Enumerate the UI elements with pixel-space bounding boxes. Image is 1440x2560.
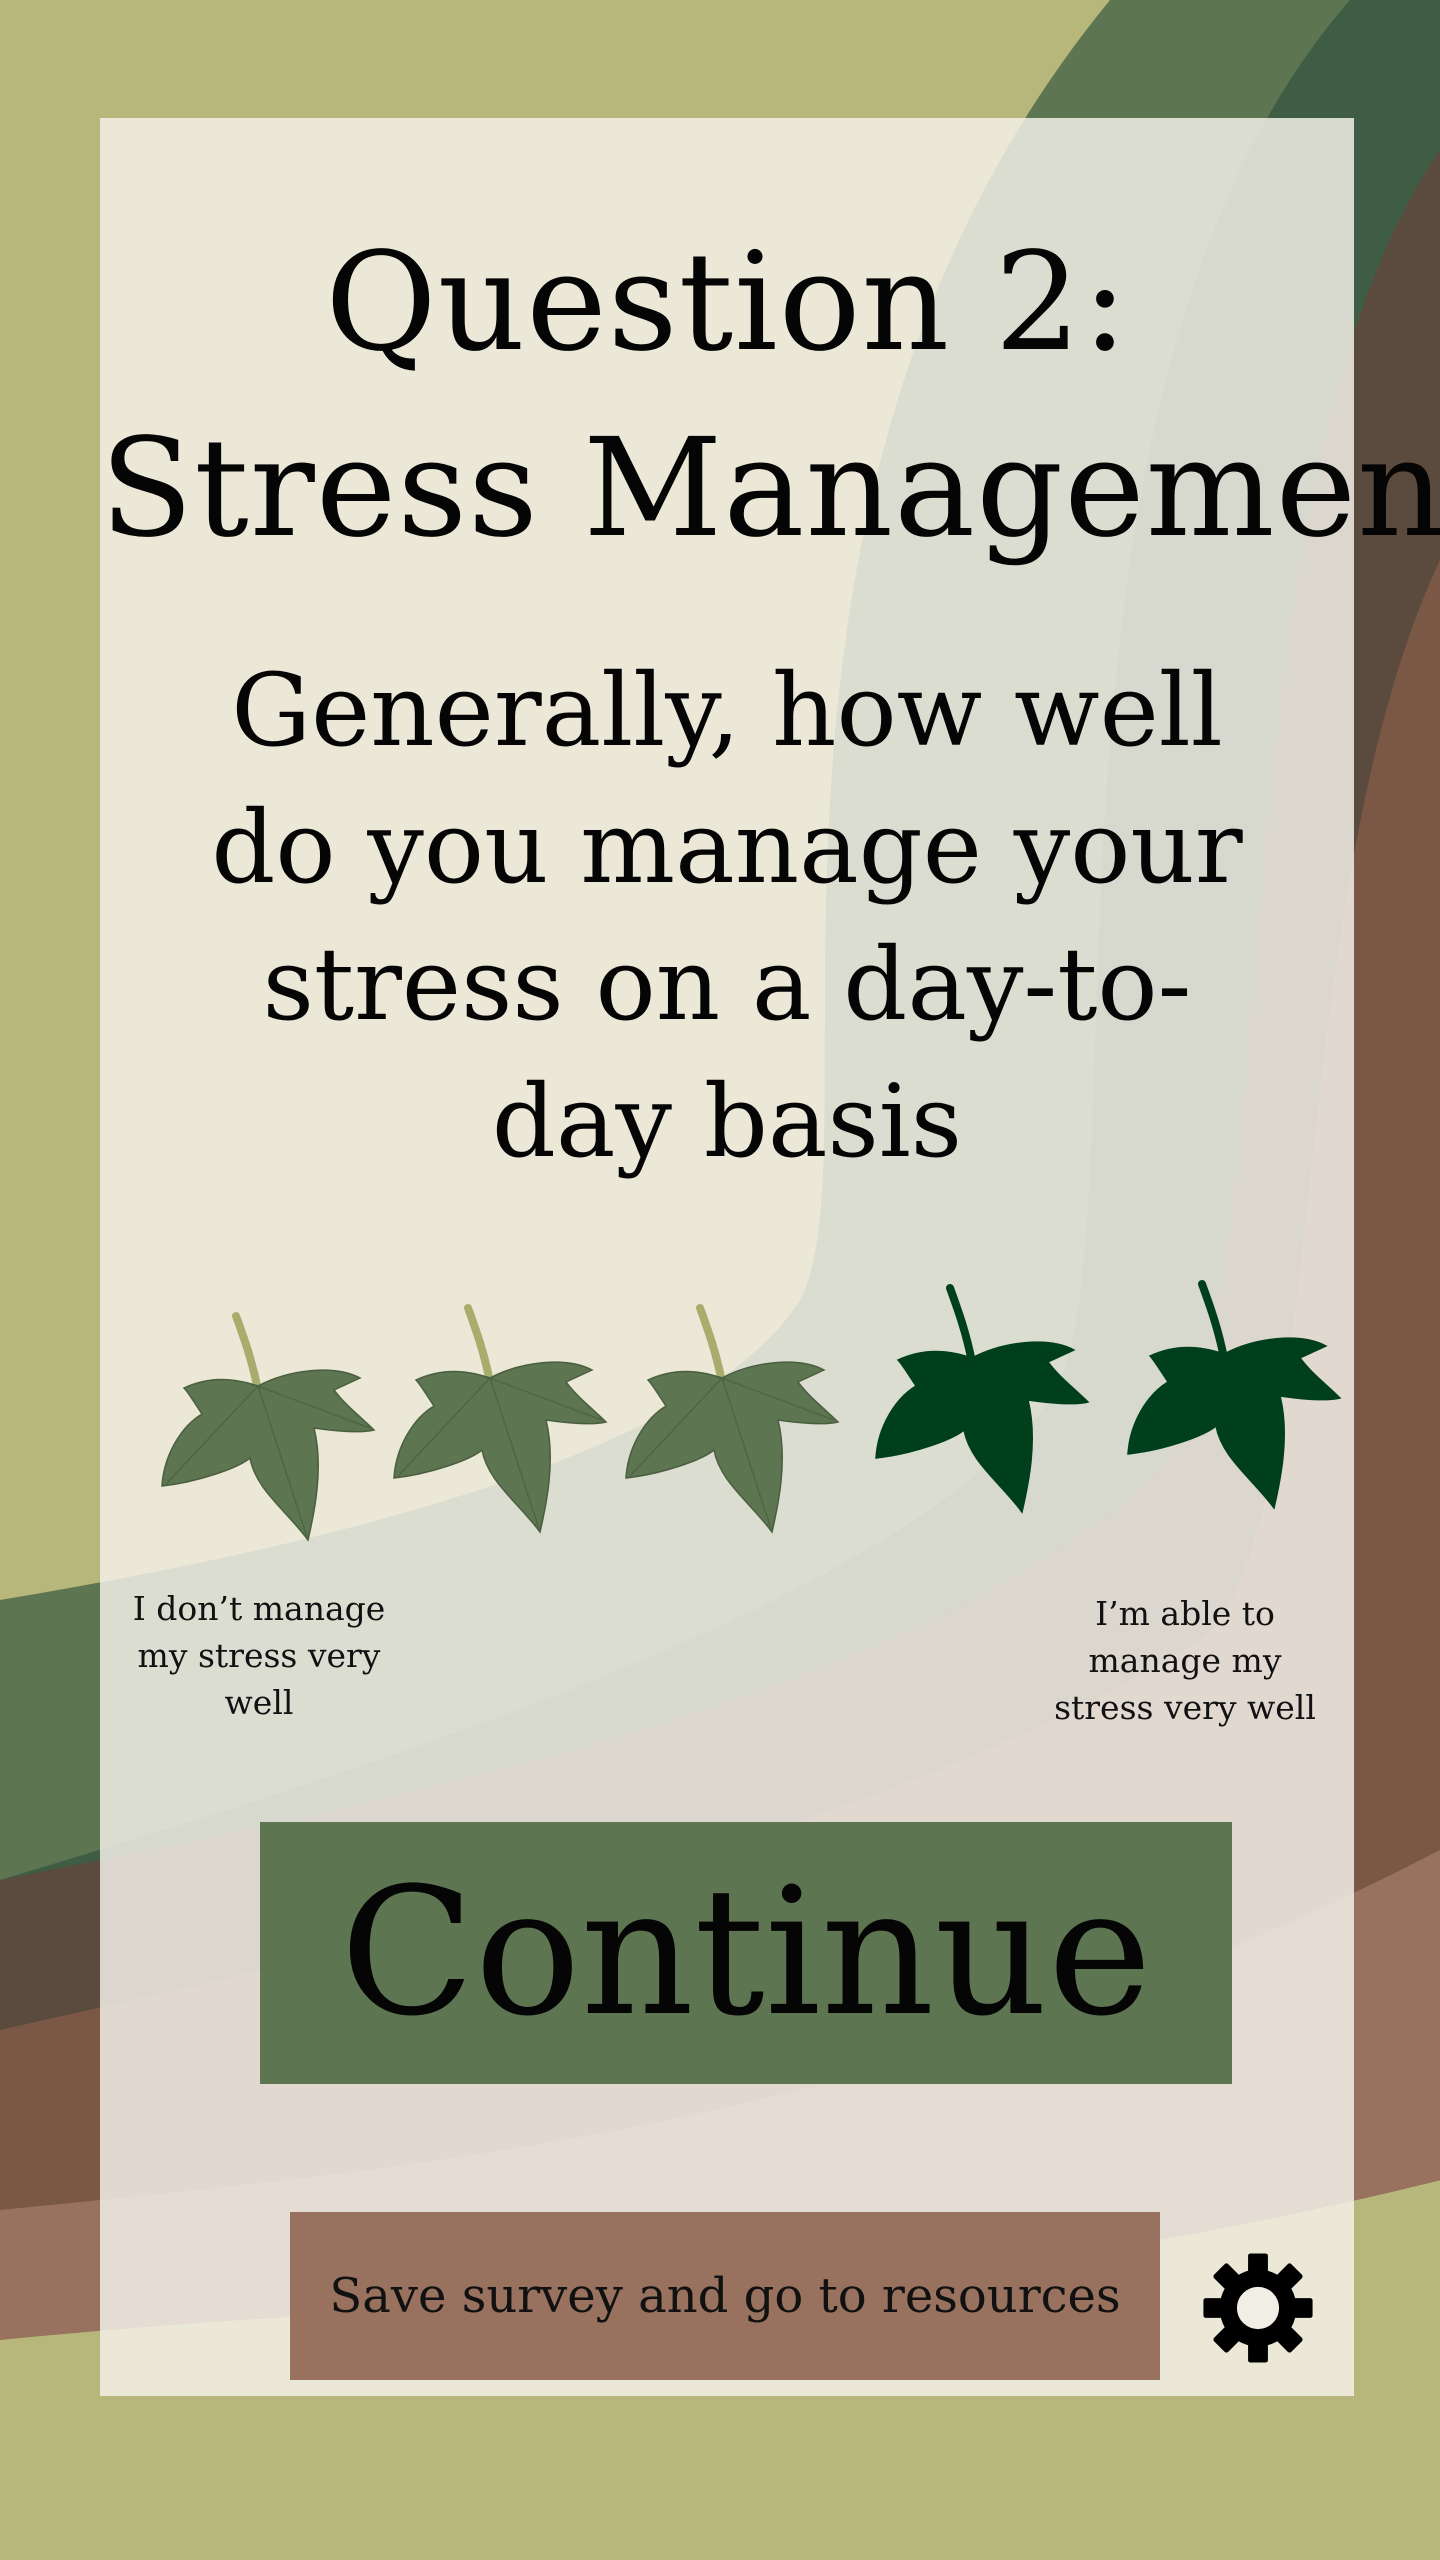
leaf-icon	[393, 1304, 608, 1534]
leaf-rating-1[interactable]	[138, 1278, 378, 1558]
leaf-rating-4[interactable]	[852, 1250, 1092, 1530]
leaf-rating-5[interactable]	[1104, 1246, 1344, 1526]
settings-button[interactable]	[1196, 2246, 1320, 2370]
title-line-1: Question 2:	[325, 224, 1129, 382]
title-line-2: Stress Management	[100, 410, 1440, 568]
leaf-rating-3[interactable]	[602, 1270, 842, 1550]
continue-button[interactable]: Continue	[260, 1822, 1232, 2084]
survey-card: Question 2: Stress Management Generally,…	[100, 118, 1440, 2396]
page-title: Question 2: Stress Management	[100, 210, 1440, 582]
leaf-rating-2[interactable]	[370, 1270, 610, 1550]
leaf-icon	[875, 1284, 1090, 1514]
leaf-icon	[1127, 1280, 1342, 1510]
save-and-resources-button[interactable]: Save survey and go to resources	[290, 2212, 1160, 2380]
leaf-icon	[161, 1312, 376, 1542]
scale-high-label: I’m able to manage my stress very well	[1054, 1594, 1316, 1727]
gear-icon	[1203, 2253, 1313, 2363]
question-text: Generally, how well do you manage your s…	[211, 652, 1243, 1180]
leaf-icon	[625, 1304, 840, 1534]
scale-low-label: I don’t manage my stress very well	[132, 1589, 386, 1722]
